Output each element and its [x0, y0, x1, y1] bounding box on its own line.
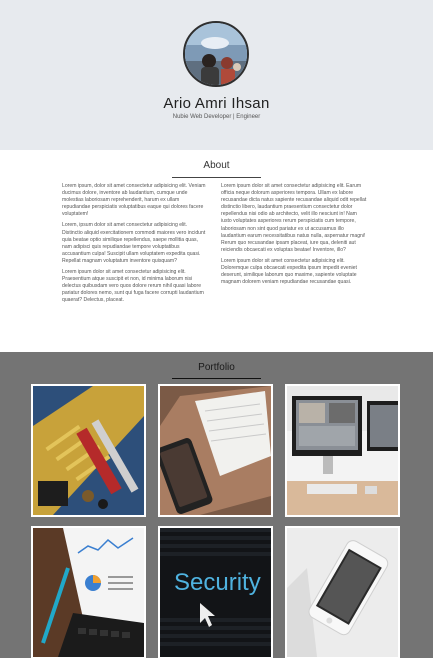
portfolio-section: Portfolio Security — [0, 352, 433, 659]
portfolio-item-circuit-board[interactable] — [31, 384, 146, 517]
about-paragraph: Lorem ipsum, dolor sit amet consectetur … — [62, 183, 206, 218]
about-paragraph: Lorem, ipsum dolor sit amet consectetur … — [62, 222, 206, 264]
portfolio-item-notebook-phone[interactable] — [158, 384, 273, 517]
about-left-column: Lorem ipsum, dolor sit amet consectetur … — [62, 183, 208, 309]
analytics-report-image — [33, 528, 144, 657]
white-phone-image — [287, 528, 398, 657]
portfolio-item-desktop-workspace[interactable] — [285, 384, 400, 517]
about-paragraph: Lorem ipsum dolor sit amet consectetur a… — [62, 269, 204, 304]
about-paragraph: Lorem ipsum dolor sit amet consectetur a… — [221, 183, 367, 253]
about-right-column: Lorem ipsum dolor sit amet consectetur a… — [221, 183, 367, 290]
portfolio-item-analytics-report[interactable] — [31, 526, 146, 659]
profile-avatar — [183, 21, 249, 87]
profile-header: Ario Amri Ihsan Nubie Web Developer | En… — [0, 0, 433, 150]
notebook-phone-image — [160, 386, 271, 515]
portfolio-title: Portfolio — [198, 362, 235, 373]
profile-name: Ario Amri Ihsan — [163, 95, 270, 112]
profile-subtitle: Nubie Web Developer | Engineer — [172, 114, 261, 120]
portfolio-title-underline — [172, 378, 261, 379]
portfolio-item-security-screen[interactable]: Security — [158, 526, 273, 659]
avatar-photo — [185, 23, 247, 85]
security-screen-image: Security — [160, 528, 271, 657]
security-screen-text: Security — [174, 569, 261, 596]
about-paragraph: Lorem ipsum dolor sit amet consectetur a… — [221, 257, 357, 286]
about-title: About — [203, 160, 230, 171]
portfolio-item-white-phone[interactable] — [285, 526, 400, 659]
about-title-underline — [172, 177, 261, 178]
about-section: About Lorem ipsum, dolor sit amet consec… — [0, 150, 433, 352]
circuit-board-image — [33, 386, 144, 515]
desktop-workspace-image — [287, 386, 398, 515]
